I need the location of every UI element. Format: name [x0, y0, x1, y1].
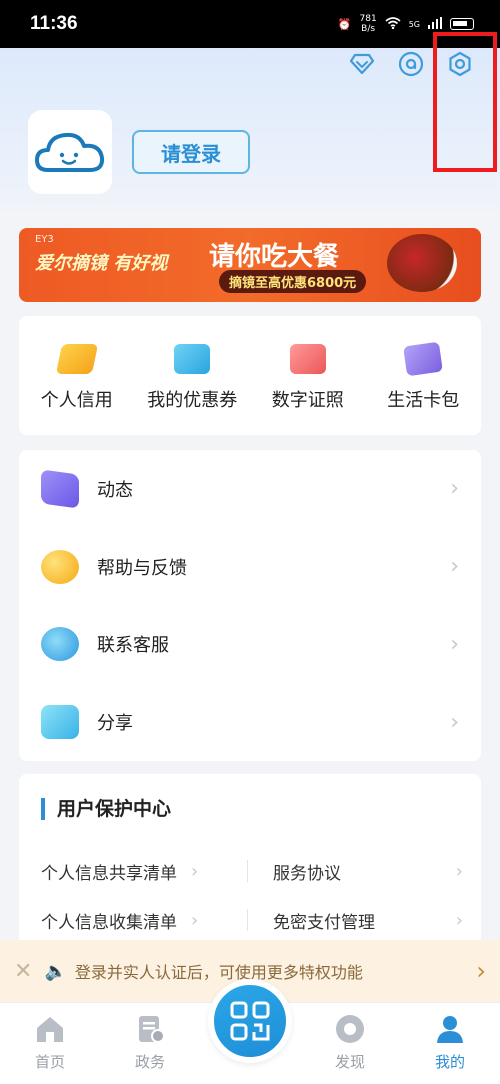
chevron-right-icon: ›: [450, 476, 459, 502]
home-icon: [33, 1013, 67, 1045]
speed-unit: B/s: [361, 24, 376, 34]
feed-icon: [41, 469, 79, 509]
chevron-right-icon: ›: [450, 631, 459, 657]
nav-item-discover[interactable]: 发现: [310, 1013, 390, 1072]
divider: [247, 860, 248, 882]
banner-brand: EY3: [35, 234, 54, 245]
wifi-icon: [385, 16, 401, 32]
license-icon: [289, 343, 326, 374]
qr-code-icon: [230, 1001, 270, 1041]
network-type: 5G: [408, 19, 420, 29]
status-icons: ⏰ 781 B/s 5G: [338, 14, 474, 34]
quick-action-label: 数字证照: [271, 389, 344, 411]
chevron-right-icon: ›: [191, 861, 199, 882]
nav-label: 首页: [34, 1053, 65, 1071]
divider: [247, 909, 248, 931]
quick-action-credit[interactable]: 个人信用: [22, 343, 132, 412]
quick-action-license[interactable]: 数字证照: [253, 343, 363, 412]
promo-banner[interactable]: EY3 爱尔摘镜 有好视 请你吃大餐 摘镜至高优惠6800元: [19, 228, 481, 302]
profile-header: 请登录: [0, 32, 500, 220]
quick-actions-card: 个人信用 我的优惠券 数字证照 生活卡包: [19, 316, 481, 435]
protection-link-label: 个人信息共享清单: [41, 864, 177, 884]
chevron-right-icon: ›: [455, 861, 463, 882]
protection-title: 用户保护中心: [41, 798, 171, 820]
close-icon[interactable]: ✕: [14, 959, 32, 984]
protection-link-label: 服务协议: [273, 864, 341, 884]
menu-item-label: 动态: [97, 479, 133, 501]
quick-action-label: 我的优惠券: [147, 389, 238, 411]
quick-action-wallet[interactable]: 生活卡包: [368, 341, 478, 412]
bottom-nav: 首页 政务 发现 我的: [0, 979, 500, 1084]
quick-action-label: 生活卡包: [387, 389, 460, 411]
banner-left: EY3 爱尔摘镜 有好视: [35, 234, 167, 275]
protection-link-password-free-payment[interactable]: 免密支付管理 ›: [273, 908, 463, 933]
quick-action-coupon[interactable]: 我的优惠券: [137, 343, 247, 412]
status-bar: 11:36 ⏰ 781 B/s 5G: [0, 0, 500, 48]
notice-text: 登录并实人认证后，可使用更多特权功能: [74, 963, 363, 982]
chevron-right-icon[interactable]: ›: [476, 957, 486, 985]
protection-link-service-agreement[interactable]: 服务协议 ›: [273, 859, 463, 884]
cloud-icon: [35, 132, 105, 172]
menu-item-label: 分享: [97, 713, 133, 735]
status-time: 11:36: [30, 13, 78, 34]
wallet-icon: [403, 341, 444, 376]
discover-icon: [333, 1013, 367, 1045]
food-image: [387, 234, 457, 292]
protection-link-label: 免密支付管理: [273, 913, 375, 933]
signal-icon: [428, 16, 442, 32]
credit-icon: [55, 343, 98, 374]
user-icon: [433, 1013, 467, 1045]
chevron-right-icon: ›: [191, 910, 199, 931]
menu-item-share[interactable]: 分享 ›: [19, 683, 481, 761]
nav-label: 我的: [434, 1053, 465, 1071]
menu-list: 动态 › 帮助与反馈 › 联系客服 › 分享 ›: [19, 450, 481, 761]
menu-item-label: 联系客服: [97, 635, 169, 657]
menu-item-help[interactable]: 帮助与反馈 ›: [19, 528, 481, 606]
diamond-icon[interactable]: [348, 50, 376, 78]
login-button[interactable]: 请登录: [132, 130, 250, 174]
nav-label: 发现: [334, 1053, 365, 1071]
banner-slogan: 爱尔摘镜 有好视: [35, 253, 168, 274]
chat-icon[interactable]: [397, 50, 425, 78]
chevron-right-icon: ›: [455, 910, 463, 931]
nav-label: 政务: [134, 1053, 165, 1071]
nav-item-mine[interactable]: 我的: [410, 1013, 490, 1072]
protection-link-collect-list[interactable]: 个人信息收集清单 ›: [41, 908, 198, 933]
chevron-right-icon: ›: [450, 709, 459, 735]
battery-icon: [450, 18, 474, 30]
help-icon: [41, 549, 79, 584]
alarm-icon: ⏰: [337, 17, 352, 31]
network-speed: 781 B/s: [360, 14, 377, 34]
banner-subtitle: 摘镜至高优惠6800元: [219, 270, 367, 293]
protection-link-label: 个人信息收集清单: [41, 913, 177, 933]
chevron-right-icon: ›: [450, 554, 459, 580]
avatar[interactable]: [28, 110, 112, 194]
scan-button[interactable]: [208, 979, 292, 1063]
customer-service-icon: [41, 627, 79, 662]
menu-item-feed[interactable]: 动态 ›: [19, 450, 481, 528]
banner-title: 请你吃大餐: [209, 242, 340, 272]
document-icon: [133, 1013, 167, 1045]
nav-item-home[interactable]: 首页: [10, 1013, 90, 1072]
highlight-box: [433, 32, 497, 172]
speed-value: 781: [359, 14, 377, 24]
share-icon: [41, 705, 79, 740]
coupon-icon: [174, 343, 211, 374]
quick-action-label: 个人信用: [40, 389, 113, 411]
menu-item-customer-service[interactable]: 联系客服 ›: [19, 606, 481, 684]
speaker-icon: 🔈: [44, 960, 67, 982]
nav-item-gov[interactable]: 政务: [110, 1013, 190, 1072]
menu-item-label: 帮助与反馈: [97, 557, 187, 579]
protection-link-share-list[interactable]: 个人信息共享清单 ›: [41, 859, 198, 884]
